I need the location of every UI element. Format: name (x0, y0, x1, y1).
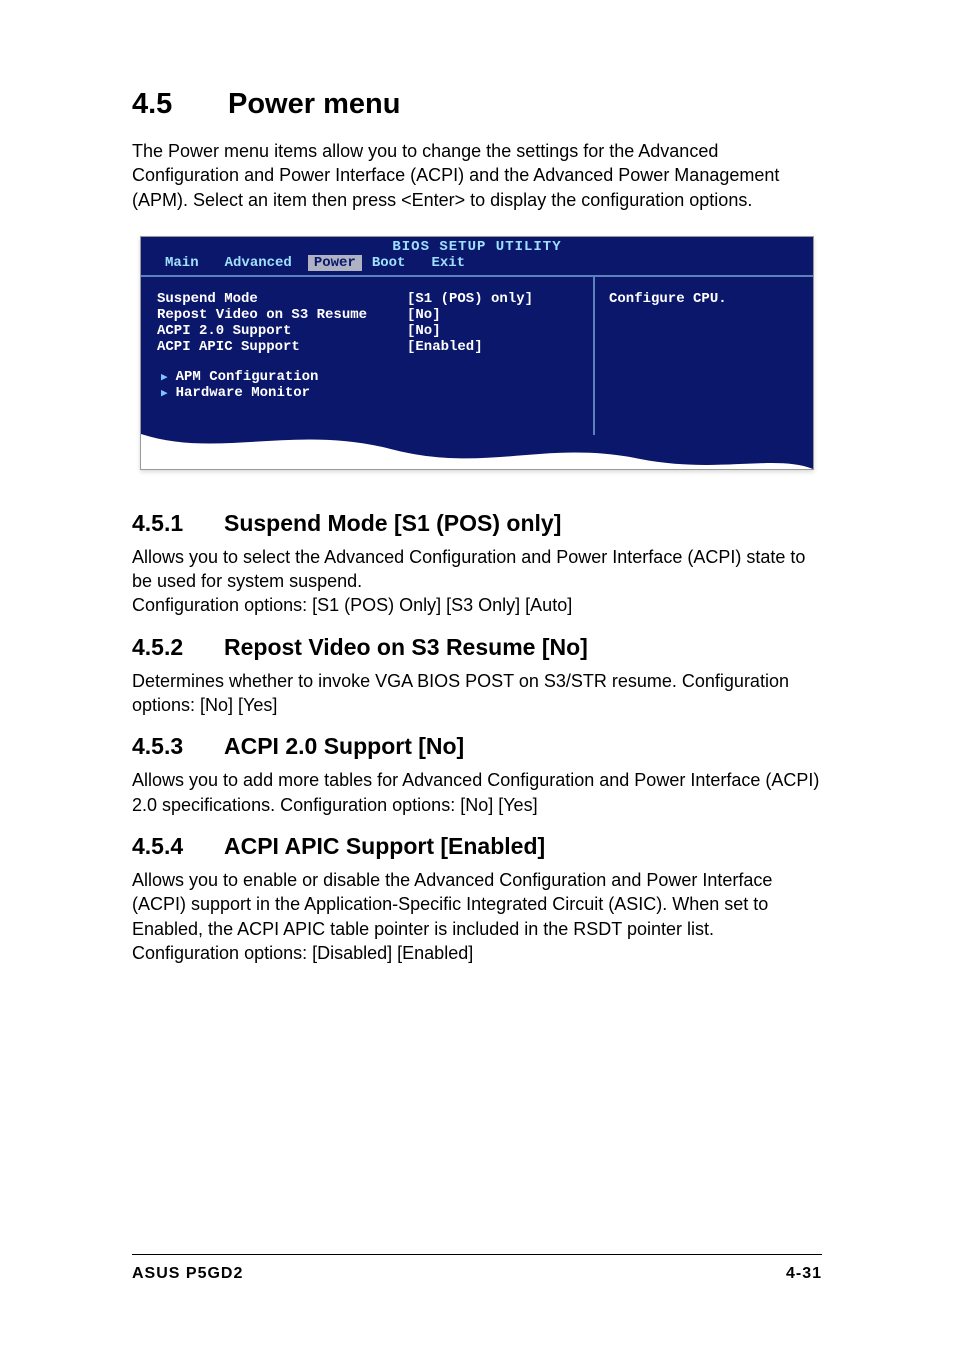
footer-product: ASUS P5GD2 (132, 1265, 243, 1283)
bios-tab-exit[interactable]: Exit (421, 255, 481, 271)
bios-row-suspend-mode[interactable]: Suspend Mode [S1 (POS) only] (157, 291, 577, 307)
subsection-body: Allows you to select the Advanced Config… (132, 545, 822, 618)
bios-left-panel: Suspend Mode [S1 (POS) only] Repost Vide… (141, 277, 593, 435)
section-number: 4.5 (132, 88, 228, 121)
bios-utility-title: BIOS SETUP UTILITY (141, 237, 813, 255)
bios-row-value: [No] (407, 323, 441, 339)
intro-paragraph: The Power menu items allow you to change… (132, 139, 822, 212)
subsection-body: Allows you to enable or disable the Adva… (132, 868, 822, 965)
bios-tab-main[interactable]: Main (155, 255, 215, 271)
bios-row-label: ACPI APIC Support (157, 339, 407, 355)
bios-tab-power[interactable]: Power (308, 255, 362, 271)
bios-submenu-apm[interactable]: APM Configuration (157, 369, 577, 385)
footer-page-number: 4-31 (786, 1265, 822, 1283)
bios-row-label: ACPI 2.0 Support (157, 323, 407, 339)
bios-row-acpi-20[interactable]: ACPI 2.0 Support [No] (157, 323, 577, 339)
bios-row-value: [S1 (POS) only] (407, 291, 533, 307)
bios-help-panel: Configure CPU. (593, 277, 813, 435)
subsection-heading: 4.5.2Repost Video on S3 Resume [No] (132, 634, 822, 661)
bios-tab-boot[interactable]: Boot (362, 255, 422, 271)
bios-tab-advanced[interactable]: Advanced (215, 255, 308, 271)
subsection-title: ACPI APIC Support [Enabled] (224, 833, 545, 859)
bios-help-text: Configure CPU. (609, 291, 727, 307)
section-title: Power menu (228, 88, 400, 120)
subsection-number: 4.5.1 (132, 510, 224, 537)
bios-screenshot: BIOS SETUP UTILITY Main Advanced Power B… (140, 236, 814, 470)
subsection-title: Suspend Mode [S1 (POS) only] (224, 510, 561, 536)
bios-row-label: Repost Video on S3 Resume (157, 307, 407, 323)
subsection-body: Allows you to add more tables for Advanc… (132, 768, 822, 817)
subsection-number: 4.5.3 (132, 733, 224, 760)
subsection-title: Repost Video on S3 Resume [No] (224, 634, 588, 660)
bios-tab-bar: Main Advanced Power Boot Exit (141, 255, 813, 275)
subsection-number: 4.5.2 (132, 634, 224, 661)
subsection-heading: 4.5.3ACPI 2.0 Support [No] (132, 733, 822, 760)
bios-row-repost-video[interactable]: Repost Video on S3 Resume [No] (157, 307, 577, 323)
bios-row-label: Suspend Mode (157, 291, 407, 307)
subsection-body: Determines whether to invoke VGA BIOS PO… (132, 669, 822, 718)
bios-row-value: [Enabled] (407, 339, 483, 355)
torn-edge-decoration (141, 429, 813, 469)
subsection-number: 4.5.4 (132, 833, 224, 860)
bios-submenu-hwmon[interactable]: Hardware Monitor (157, 385, 577, 401)
bios-row-acpi-apic[interactable]: ACPI APIC Support [Enabled] (157, 339, 577, 355)
section-heading: 4.5Power menu (132, 88, 822, 121)
subsection-heading: 4.5.4ACPI APIC Support [Enabled] (132, 833, 822, 860)
bios-submenu-label: Hardware Monitor (176, 385, 310, 401)
subsection-heading: 4.5.1Suspend Mode [S1 (POS) only] (132, 510, 822, 537)
bios-row-value: [No] (407, 307, 441, 323)
bios-submenu-label: APM Configuration (176, 369, 319, 385)
subsection-title: ACPI 2.0 Support [No] (224, 733, 464, 759)
page-footer: ASUS P5GD2 4-31 (132, 1254, 822, 1283)
